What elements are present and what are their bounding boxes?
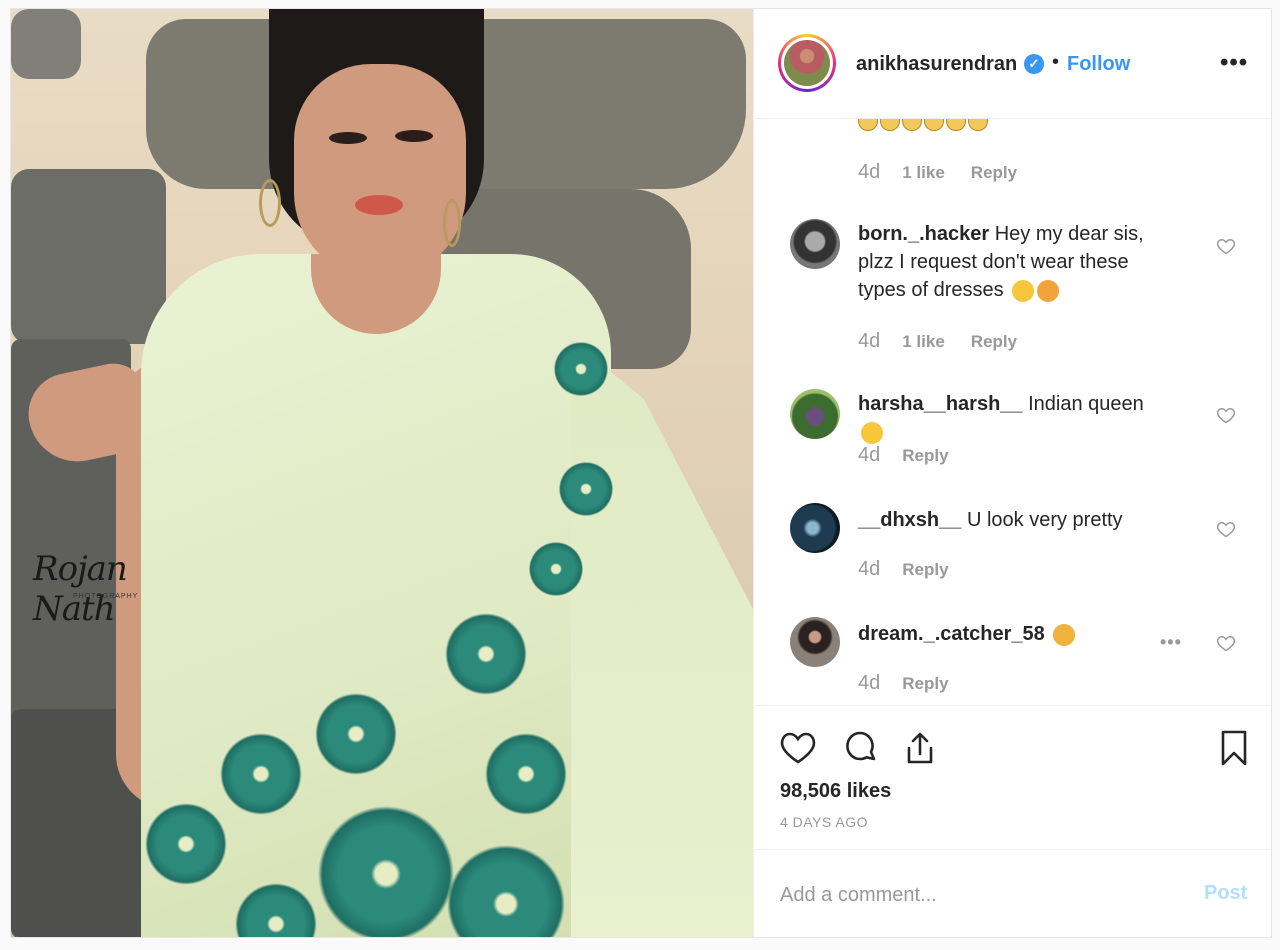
- separator-dot: •: [1052, 51, 1060, 73]
- commenter-avatar[interactable]: [790, 617, 840, 667]
- rock: [11, 9, 81, 79]
- bookmark-icon[interactable]: [1214, 728, 1254, 768]
- saree-drape: [571, 339, 753, 937]
- comment-time[interactable]: 4d: [858, 330, 880, 352]
- comment-time[interactable]: 4d: [858, 444, 880, 466]
- comment-text: dream._.catcher_58: [858, 620, 1158, 648]
- flower-print: [526, 539, 586, 599]
- rock: [11, 169, 166, 344]
- emoji-icon: [858, 119, 878, 131]
- flower-print: [311, 799, 461, 937]
- eyes: [395, 130, 433, 142]
- comment-body: U look very pretty: [966, 509, 1123, 531]
- post-header: anikhasurendran ✓ • Follow •••: [754, 9, 1271, 119]
- like-comment-heart-icon[interactable]: [1216, 519, 1236, 539]
- comment-likes[interactable]: 1 like: [902, 332, 945, 351]
- heart-eyes-face-icon: [1053, 623, 1076, 646]
- comment-meta: 4d Reply: [858, 672, 949, 695]
- avatar[interactable]: [778, 34, 836, 92]
- post-actions: 98,506 likes 4 DAYS AGO: [754, 705, 1271, 849]
- add-comment-input[interactable]: [778, 878, 1182, 912]
- reply-button[interactable]: Reply: [902, 560, 948, 579]
- commenter-username[interactable]: dream._.catcher_58: [858, 623, 1045, 645]
- reply-button[interactable]: Reply: [902, 446, 948, 465]
- comment-meta: 4d 1 like Reply: [858, 161, 1017, 184]
- comment-meta: 4d Reply: [858, 444, 949, 467]
- comments-list[interactable]: 4d 1 like Reply born._.hacker Hey my dear …: [754, 119, 1271, 705]
- commenter-username[interactable]: born._.hacker: [858, 223, 989, 245]
- post-comment-button[interactable]: Post: [1204, 882, 1247, 905]
- comment-time[interactable]: 4d: [858, 161, 880, 183]
- earring: [443, 199, 461, 247]
- comment-meta: 4d Reply: [858, 558, 949, 581]
- verified-badge-icon: ✓: [1024, 54, 1044, 74]
- like-comment-heart-icon[interactable]: [1216, 236, 1236, 256]
- like-comment-heart-icon[interactable]: [1216, 633, 1236, 653]
- comment-text: __dhxsh__ U look very pretty: [858, 506, 1158, 534]
- comment-text: harsha__harsh__ Indian queen: [858, 390, 1158, 446]
- reply-button[interactable]: Reply: [971, 332, 1017, 351]
- flower-print: [556, 459, 616, 519]
- like-heart-icon[interactable]: [778, 728, 818, 768]
- comment-likes[interactable]: 1 like: [902, 163, 945, 182]
- photographer-watermark: Rojan Nath PHOTOGRAPHY: [33, 549, 203, 629]
- flower-print: [551, 339, 611, 399]
- emoji-icon: [946, 119, 966, 131]
- reply-button[interactable]: Reply: [971, 163, 1017, 182]
- username[interactable]: anikhasurendran: [856, 53, 1017, 76]
- commenter-avatar[interactable]: [790, 389, 840, 439]
- avatar-picture: [784, 40, 830, 86]
- flower-print: [441, 609, 531, 699]
- comment-meta: 4d 1 like Reply: [858, 330, 1017, 353]
- comment-bubble-icon[interactable]: [840, 728, 880, 768]
- crown-face-icon: [861, 421, 883, 444]
- emoji-row-partial: [858, 119, 998, 133]
- flower-print: [311, 689, 401, 779]
- watermark-signature: Rojan Nath: [33, 549, 128, 629]
- add-comment-bar: Post: [754, 849, 1271, 937]
- emoji-icon: [902, 119, 922, 131]
- eyes: [329, 132, 367, 144]
- post-timestamp[interactable]: 4 DAYS AGO: [780, 814, 868, 830]
- flower-print: [216, 729, 306, 819]
- like-comment-heart-icon[interactable]: [1216, 405, 1236, 425]
- laughing-face-icon: [1012, 279, 1035, 302]
- watermark-subtitle: PHOTOGRAPHY: [73, 593, 139, 600]
- comment-time[interactable]: 4d: [858, 672, 880, 694]
- post-photo[interactable]: Rojan Nath PHOTOGRAPHY: [11, 9, 753, 937]
- comment-time[interactable]: 4d: [858, 558, 880, 580]
- reply-button[interactable]: Reply: [902, 674, 948, 693]
- emoji-icon: [968, 119, 988, 131]
- commenter-username[interactable]: __dhxsh__: [858, 509, 961, 531]
- flower-print: [141, 799, 231, 889]
- emoji-icon: [880, 119, 900, 131]
- post-side-panel: anikhasurendran ✓ • Follow ••• 4d 1 like R…: [753, 9, 1271, 937]
- more-options-icon[interactable]: •••: [1220, 49, 1248, 77]
- comment-body: Indian queen: [1028, 393, 1144, 415]
- commenter-avatar[interactable]: [790, 219, 840, 269]
- lips: [355, 195, 403, 215]
- commenter-avatar[interactable]: [790, 503, 840, 553]
- earring: [259, 179, 281, 227]
- tongue-face-icon: [1037, 279, 1060, 302]
- emoji-icon: [924, 119, 944, 131]
- comment-options-icon[interactable]: •••: [1160, 632, 1182, 653]
- share-icon[interactable]: [900, 728, 940, 768]
- flower-print: [481, 729, 571, 819]
- comment-text: born._.hacker Hey my dear sis, plzz I re…: [858, 220, 1158, 304]
- follow-button[interactable]: Follow: [1067, 53, 1130, 76]
- commenter-username[interactable]: harsha__harsh__: [858, 393, 1023, 415]
- likes-count[interactable]: 98,506 likes: [780, 780, 891, 803]
- instagram-post: Rojan Nath PHOTOGRAPHY anikhasurendran ✓…: [10, 8, 1272, 938]
